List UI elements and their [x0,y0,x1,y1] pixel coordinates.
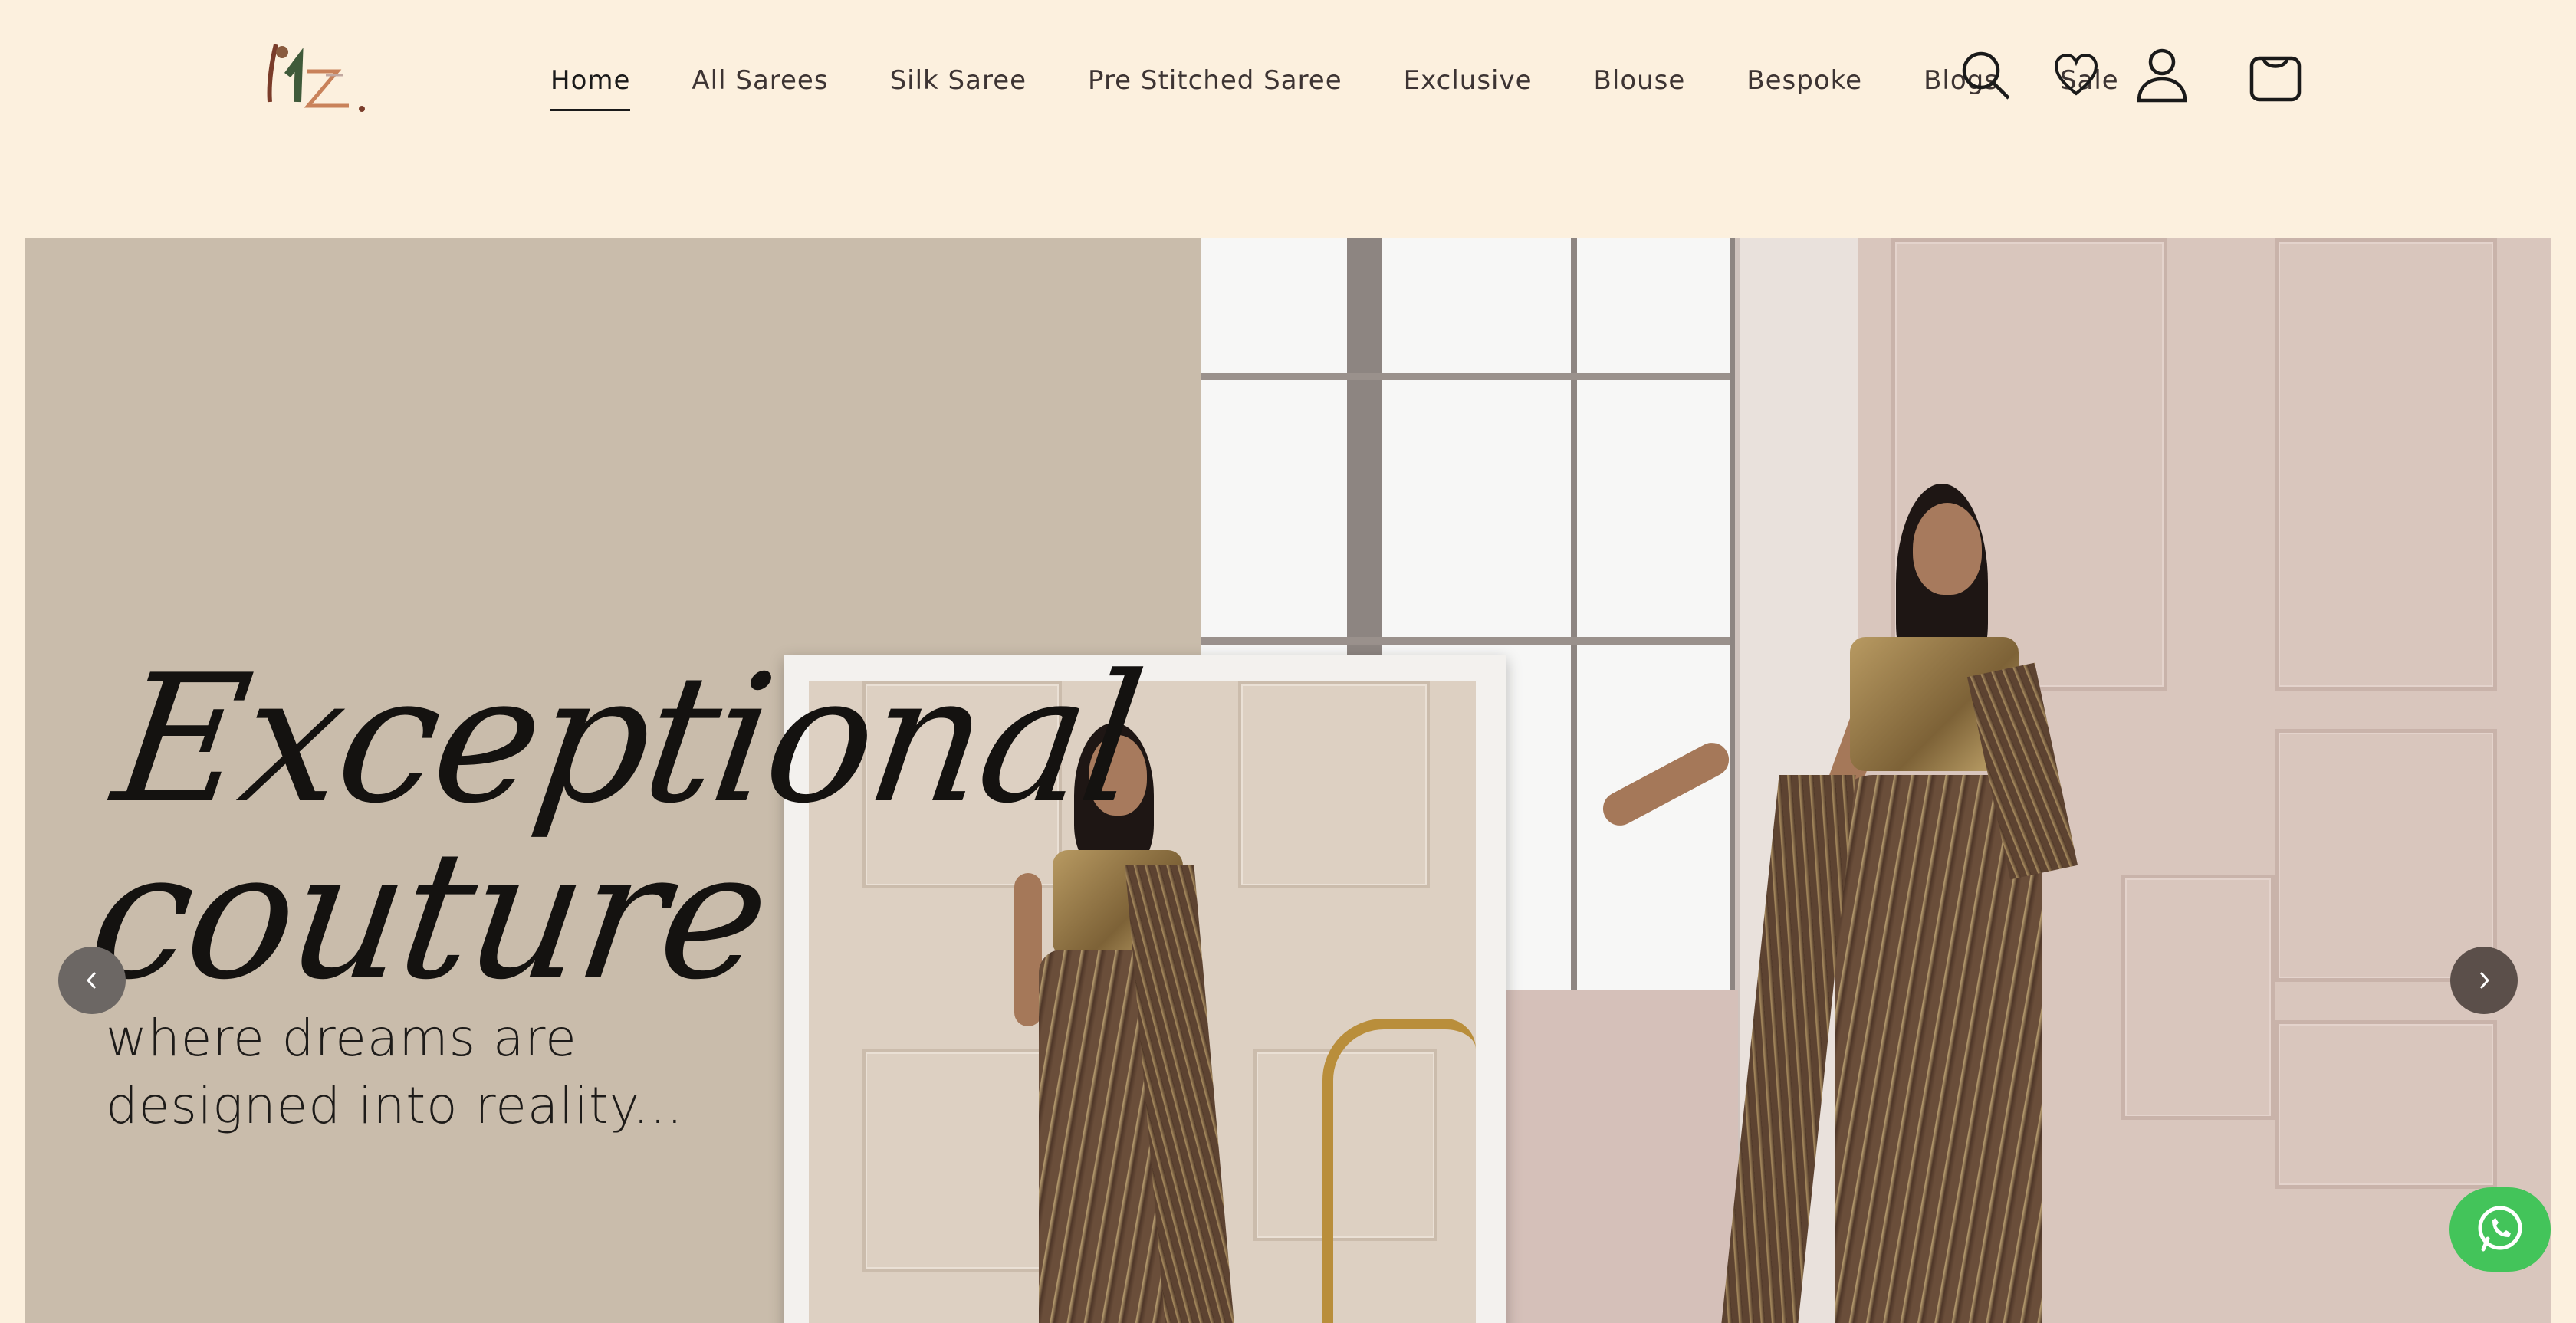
nav-silk-saree[interactable]: Silk Saree [890,65,1027,111]
wall-panel [2275,238,2497,691]
wishlist-button[interactable] [2045,44,2107,106]
bag-icon [2249,56,2302,102]
search-icon [1962,51,2010,100]
search-button[interactable] [1955,44,2016,106]
hero-banner: Exceptional couture where dreams are des… [25,238,2551,1323]
wall-panel [2121,875,2275,1120]
nav-pre-stitched-saree[interactable]: Pre Stitched Saree [1088,65,1342,111]
whatsapp-chat-button[interactable] [2450,1187,2551,1272]
hero-title: Exceptional couture [79,638,1152,1019]
site-header: Home All Sarees Silk Saree Pre Stitched … [0,0,2576,238]
wall-panel [2275,729,2497,982]
chevron-right-icon [2479,971,2490,990]
next-slide-button[interactable] [2450,947,2518,1014]
nav-bespoke[interactable]: Bespoke [1746,65,1862,111]
nav-exclusive[interactable]: Exclusive [1404,65,1533,111]
cart-button[interactable] [2245,44,2306,106]
account-button[interactable] [2131,44,2193,106]
hero-subtitle-line-1: where dreams are [106,1009,577,1068]
hero-subtitle-line-2: designed into reality... [106,1076,684,1135]
chevron-left-icon [86,971,97,990]
prev-slide-button[interactable] [58,947,126,1014]
nav-home[interactable]: Home [550,65,631,111]
main-nav: Home All Sarees Silk Saree Pre Stitched … [550,65,2119,111]
nav-blouse[interactable]: Blouse [1594,65,1686,111]
wall-panel [2275,1020,2497,1189]
brand-logo[interactable] [253,29,383,121]
heart-icon [2054,53,2098,96]
user-icon [2137,48,2187,103]
whatsapp-icon [2478,1206,2522,1252]
nav-all-sarees[interactable]: All Sarees [692,65,828,111]
hero-subtitle: where dreams are designed into reality..… [106,1005,796,1140]
